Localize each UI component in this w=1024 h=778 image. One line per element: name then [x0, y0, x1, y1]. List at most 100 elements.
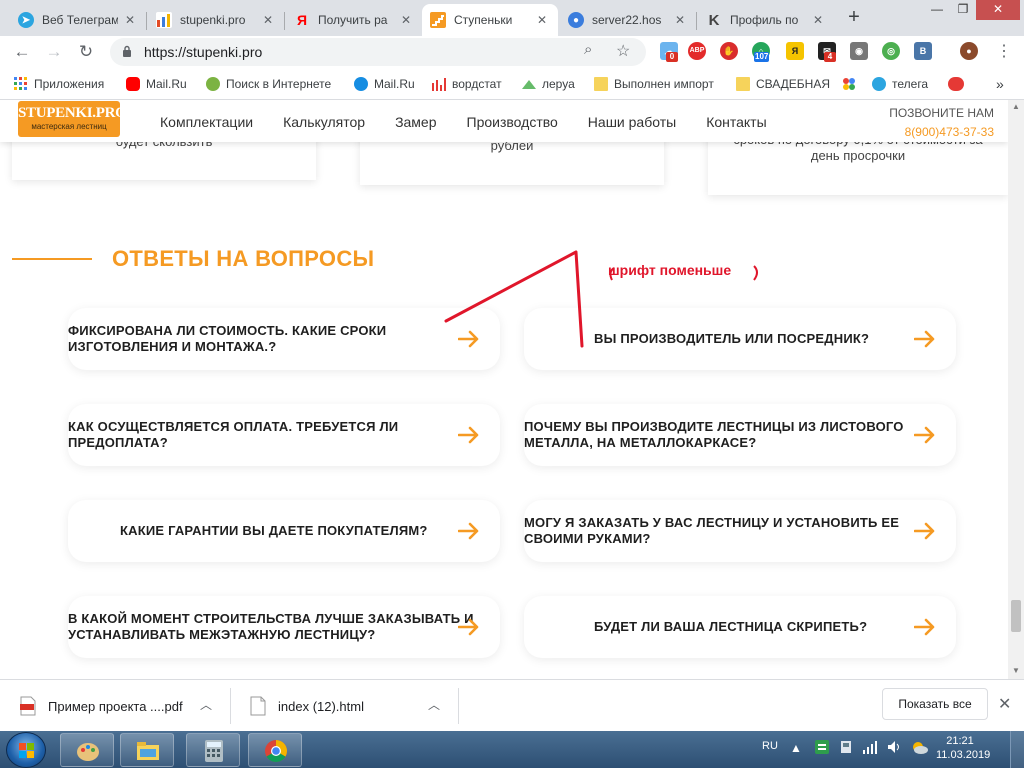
restore-button[interactable]: ❐: [950, 0, 976, 20]
close-downloads-icon[interactable]: ✕: [998, 694, 1011, 714]
close-window-button[interactable]: ✕: [976, 0, 1020, 20]
chevron-up-icon[interactable]: ︿: [200, 696, 212, 713]
close-tab-icon[interactable]: ✕: [398, 13, 414, 27]
tab-profile[interactable]: K Профиль по ✕: [698, 4, 834, 36]
menu-item-calculator[interactable]: Калькулятор: [283, 114, 365, 130]
tab-stupenki-active[interactable]: Ступеньки ✕: [422, 4, 558, 36]
taskbar-paint[interactable]: [60, 733, 114, 767]
download-item-html[interactable]: index (12).html: [250, 690, 364, 722]
close-tab-icon[interactable]: ✕: [810, 13, 826, 27]
faq-item[interactable]: МОГУ Я ЗАКАЗАТЬ У ВАС ЛЕСТНИЦУ И УСТАНОВ…: [524, 500, 956, 562]
camera-icon[interactable]: ◉: [850, 42, 868, 60]
bookmark-label: Поиск в Интернете: [226, 77, 332, 91]
scroll-down-icon[interactable]: ▼: [1012, 666, 1020, 675]
tab-telegram[interactable]: ➤ Веб Телеграм ✕: [10, 4, 146, 36]
taskbar-explorer[interactable]: [120, 733, 174, 767]
profile-avatar-icon[interactable]: ●: [960, 42, 978, 60]
stupenki-icon: [430, 12, 446, 28]
clock-date: 11.03.2019: [936, 749, 991, 761]
adblock-icon[interactable]: ABP: [688, 42, 706, 60]
scrollbar-thumb[interactable]: [1011, 600, 1021, 632]
show-desktop-button[interactable]: [1010, 731, 1024, 768]
screenshot-icon[interactable]: ◎: [882, 42, 900, 60]
download-item-pdf[interactable]: Пример проекта ....pdf: [20, 690, 183, 722]
stop-icon[interactable]: ✋: [720, 42, 738, 60]
url-text: https://stupenki.pro: [144, 44, 263, 60]
back-arrow-icon[interactable]: ←: [10, 40, 34, 64]
tab-stupenki-stats[interactable]: stupenki.pro ✕: [148, 4, 284, 36]
vk-icon[interactable]: В: [914, 42, 932, 60]
menu-item-nashi-raboty[interactable]: Наши работы: [588, 114, 676, 130]
page-scrollbar[interactable]: ▲ ▼: [1008, 100, 1024, 679]
menu-item-zamer[interactable]: Замер: [395, 114, 436, 130]
system-clock[interactable]: 21:21 11.03.2019: [936, 734, 991, 762]
scroll-up-icon[interactable]: ▲: [1012, 102, 1020, 111]
arrow-right-icon: [458, 330, 479, 348]
folder-icon: [736, 77, 750, 91]
faq-item[interactable]: ПОЧЕМУ ВЫ ПРОИЗВОДИТЕ ЛЕСТНИЦЫ ИЗ ЛИСТОВ…: [524, 404, 956, 466]
bookmark-search[interactable]: Поиск в Интернете: [206, 76, 331, 92]
bookmark-colorful[interactable]: [842, 76, 862, 92]
bookmark-apps[interactable]: Приложения: [14, 76, 104, 92]
more-bookmarks-chevron[interactable]: »: [996, 76, 1004, 92]
counter-icon[interactable]: ⌂ 107: [752, 42, 770, 62]
forward-arrow-icon[interactable]: →: [42, 40, 66, 64]
faq-item[interactable]: КАКИЕ ГАРАНТИИ ВЫ ДАЕТЕ ПОКУПАТЕЛЯМ?: [68, 500, 500, 562]
show-hidden-icons[interactable]: ▲: [790, 741, 802, 778]
bookmark-folder-wedding[interactable]: СВАДЕБНАЯ: [736, 76, 830, 92]
faq-item[interactable]: КАК ОСУЩЕСТВЛЯЕТСЯ ОПЛАТА. ТРЕБУЕТСЯ ЛИ …: [68, 404, 500, 466]
taskbar-chrome[interactable]: [248, 733, 302, 767]
bookmark-folder-import[interactable]: Выполнен импорт: [594, 76, 714, 92]
bookmark-wordstat[interactable]: вордстат: [432, 76, 502, 92]
tab-yandex[interactable]: Я Получить ра ✕: [286, 4, 422, 36]
weather-icon[interactable]: ☁ 0: [660, 42, 678, 62]
faq-item[interactable]: ВЫ ПРОИЗВОДИТЕЛЬ ИЛИ ПОСРЕДНИК?: [524, 308, 956, 370]
zoom-icon[interactable]: ⌕: [584, 41, 592, 58]
phone-link[interactable]: 8(900)473-37-33: [889, 125, 994, 139]
language-indicator[interactable]: RU: [762, 740, 778, 777]
reload-icon[interactable]: ↻: [74, 40, 98, 64]
arrow-right-icon: [914, 618, 935, 636]
close-tab-icon[interactable]: ✕: [672, 13, 688, 27]
bookmark-leroy[interactable]: леруа: [522, 76, 575, 92]
menu-item-proizvodstvo[interactable]: Производство: [467, 114, 558, 130]
bookmark-red-oval[interactable]: [948, 76, 970, 92]
menu-item-contacts[interactable]: Контакты: [706, 114, 766, 130]
close-tab-icon[interactable]: ✕: [260, 13, 276, 27]
volume-icon[interactable]: [886, 739, 902, 776]
lock-icon: [123, 45, 131, 57]
youtube-icon: [126, 77, 140, 91]
yandex-bar-icon[interactable]: Я: [786, 42, 804, 60]
address-bar[interactable]: https://stupenki.pro ⌕ ☆: [110, 38, 646, 66]
bookmark-telega[interactable]: телега: [872, 76, 928, 92]
mail-ext-icon[interactable]: ✉ 4: [818, 42, 836, 62]
close-tab-icon[interactable]: ✕: [122, 13, 138, 27]
menu-kebab-icon[interactable]: ⋮: [992, 40, 1016, 64]
show-all-downloads-button[interactable]: Показать все: [882, 688, 988, 720]
tab-server[interactable]: ● server22.hos ✕: [560, 4, 696, 36]
bookmark-mailru-youtube[interactable]: Mail.Ru: [126, 76, 187, 92]
tray-device-icon[interactable]: [838, 739, 854, 776]
start-button[interactable]: [6, 732, 46, 768]
network-signal-icon[interactable]: [862, 739, 878, 776]
close-tab-icon[interactable]: ✕: [534, 13, 550, 27]
minimize-button[interactable]: —: [924, 0, 950, 20]
faq-item[interactable]: В КАКОЙ МОМЕНТ СТРОИТЕЛЬСТВА ЛУЧШЕ ЗАКАЗ…: [68, 596, 500, 658]
extension-badge: 107: [754, 52, 770, 62]
weather-tray-icon[interactable]: [910, 739, 928, 776]
tray-app-icon[interactable]: [814, 739, 830, 776]
chevron-up-icon[interactable]: ︿: [428, 696, 440, 713]
site-logo[interactable]: STUPENKI.PRO мастерская лестниц: [18, 101, 127, 137]
faq-question: ВЫ ПРОИЗВОДИТЕЛЬ ИЛИ ПОСРЕДНИК?: [594, 331, 870, 346]
menu-item-komplektacii[interactable]: Комплектации: [160, 114, 253, 130]
section-title-line: [12, 258, 92, 260]
bookmark-mailru[interactable]: Mail.Ru: [354, 76, 415, 92]
faq-item[interactable]: ФИКСИРОВАНА ЛИ СТОИМОСТЬ. КАКИЕ СРОКИ ИЗ…: [68, 308, 500, 370]
bookmark-star-icon[interactable]: ☆: [616, 41, 630, 61]
tab-title: Получить ра: [318, 13, 388, 27]
new-tab-button[interactable]: +: [842, 6, 866, 30]
pdf-file-icon: [20, 696, 36, 716]
taskbar-calculator[interactable]: [186, 733, 240, 767]
faq-item[interactable]: БУДЕТ ЛИ ВАША ЛЕСТНИЦА СКРИПЕТЬ?: [524, 596, 956, 658]
arrow-right-icon: [458, 522, 479, 540]
